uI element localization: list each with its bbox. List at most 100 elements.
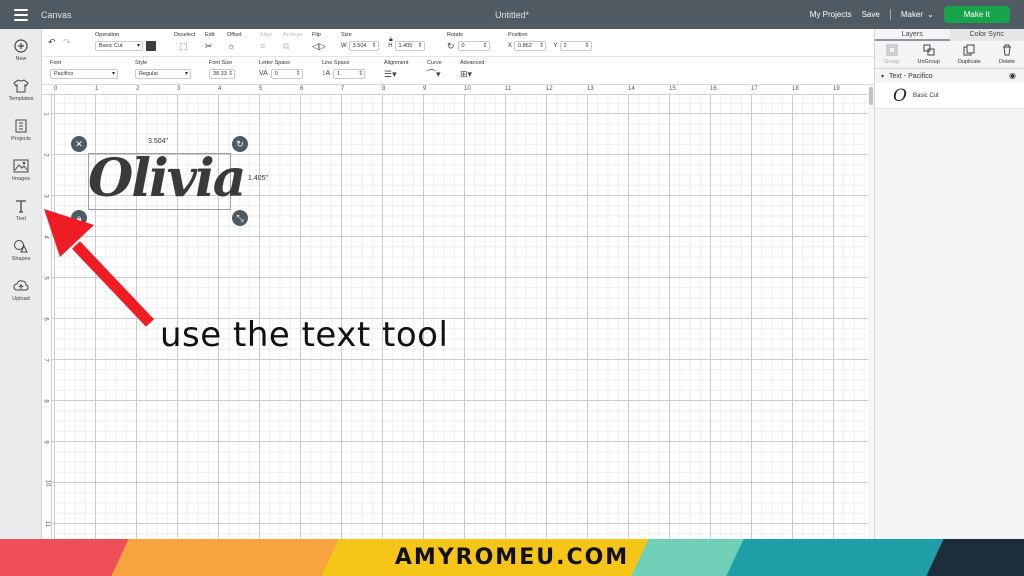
align-label: Align <box>260 32 273 38</box>
delete-handle-icon[interactable]: ✕ <box>71 136 87 152</box>
sidebar-item-label: Templates <box>8 96 34 102</box>
sidebar-item-projects[interactable]: Projects <box>0 119 42 142</box>
sidebar-item-new[interactable]: New <box>0 39 42 62</box>
caret-down-icon[interactable]: ▾ <box>881 73 884 80</box>
ungroup-button[interactable]: UnGroup <box>917 44 940 68</box>
layer-group-header[interactable]: ▾ Text - Pacifico ◉ <box>875 69 1024 83</box>
duplicate-button[interactable]: Duplicate <box>958 44 981 68</box>
deselect-icon[interactable]: ⬚ <box>179 41 188 51</box>
y-input[interactable]: 2 <box>559 41 592 51</box>
font-size-group: Font Size 38.33 <box>209 60 235 79</box>
scrollbar-thumb[interactable] <box>869 87 873 105</box>
ruler-tick-label: 3 <box>177 86 181 92</box>
redo-icon[interactable]: ↷ <box>63 37 71 47</box>
advanced-group: Advanced ⊞▾ <box>460 60 484 79</box>
sidebar-item-label: New <box>15 56 27 62</box>
projects-icon <box>15 119 27 133</box>
font-select[interactable]: Pacifico <box>50 69 118 79</box>
ruler-tick-label: 7 <box>42 358 49 362</box>
ruler-tick-label: 7 <box>341 86 345 92</box>
align-text-icon[interactable]: ☰▾ <box>384 69 397 79</box>
curve-label: Curve <box>427 60 442 66</box>
make-it-button[interactable]: Make It <box>943 6 1010 23</box>
layer-item[interactable]: O Basic Cut <box>875 83 1024 109</box>
advanced-label: Advanced <box>460 60 485 66</box>
ruler-tick-label: 2 <box>136 86 140 92</box>
horizontal-ruler: 0 1 2 3 4 5 6 7 8 9 10 11 12 13 14 15 16 17 18 19 <box>42 85 868 95</box>
deselect-label: Deselect <box>174 32 196 38</box>
letter-space-label: Letter Space <box>259 60 291 66</box>
line-space-icon: ↕A <box>322 70 331 77</box>
size-label: Size <box>341 32 352 38</box>
ruler-tick-label: 18 <box>792 86 799 92</box>
edit-group: Edit ✂ <box>205 32 214 51</box>
shirt-icon <box>13 79 29 93</box>
color-swatch[interactable] <box>146 41 156 51</box>
lock-icon[interactable]: 🔒︎ <box>389 36 393 44</box>
x-input[interactable]: 0.862 <box>514 41 547 51</box>
position-label: Position <box>508 32 528 38</box>
eye-icon[interactable]: ◉ <box>1009 71 1016 80</box>
sidebar-item-label: Images <box>11 176 31 182</box>
letter-space-icon: VA <box>259 70 268 77</box>
plus-circle-icon <box>14 39 28 53</box>
arrange-icon[interactable]: ⧉ <box>283 41 289 51</box>
x-letter: X <box>508 43 513 49</box>
sidebar-item-label: Projects <box>11 136 31 142</box>
sidebar-item-images[interactable]: Images <box>0 159 42 182</box>
sidebar-item-label: Upload <box>12 296 30 302</box>
width-letter: W <box>341 43 347 49</box>
app-title: Canvas <box>41 9 72 20</box>
duplicate-label: Duplicate <box>957 59 981 65</box>
group-icon <box>886 44 898 56</box>
ruler-tick-label: 1 <box>95 86 99 92</box>
sidebar-item-templates[interactable]: Templates <box>0 79 42 102</box>
letter-space-input[interactable]: 0 <box>270 69 303 79</box>
align-icon[interactable]: ≡ <box>260 41 265 51</box>
machine-select[interactable]: Maker ⌄ <box>901 10 934 19</box>
offset-icon[interactable]: ☼ <box>227 41 235 51</box>
rotate-group: Rotate ↻ 0 <box>447 32 490 51</box>
y-letter: Y <box>553 43 558 49</box>
offset-label: Offset <box>227 32 242 38</box>
ruler-tick-label: 11 <box>505 86 512 92</box>
line-space-label: Line Space <box>322 60 350 66</box>
width-dimension-label: 3.504" <box>148 138 169 145</box>
group-button[interactable]: Group <box>884 44 899 68</box>
hamburger-menu-icon[interactable] <box>14 8 28 21</box>
ungroup-label: UnGroup <box>917 59 940 65</box>
save-button[interactable]: Save <box>862 10 880 19</box>
alignment-label: Alignment <box>384 60 409 66</box>
right-panel: Layers Color Sync Group UnGroup Duplicat… <box>874 29 1024 539</box>
style-select[interactable]: Regular <box>135 69 191 79</box>
undo-icon[interactable]: ↶ <box>48 37 56 47</box>
line-space-input[interactable]: 1 <box>333 69 366 79</box>
advanced-icon[interactable]: ⊞▾ <box>460 69 472 79</box>
offset-group: Offset ☼ <box>227 32 242 51</box>
annotation-caption: use the text tool <box>160 315 449 355</box>
rotate-input[interactable]: 0 <box>457 41 490 51</box>
ruler-tick-label: 14 <box>628 86 635 92</box>
tab-layers[interactable]: Layers <box>875 29 950 41</box>
ruler-tick-label: 19 <box>833 86 840 92</box>
width-input[interactable]: 3.504 <box>348 41 379 51</box>
edit-toolbar: ↶ ↷ Operation Basic Cut Deselect ⬚ Edit … <box>42 29 874 57</box>
ruler-tick-label: 2 <box>42 153 49 157</box>
height-input[interactable]: 1.405 <box>394 41 425 51</box>
sidebar-item-label: Shapes <box>11 256 31 262</box>
resize-handle-icon[interactable]: ⤡ <box>232 210 248 226</box>
curve-icon[interactable]: ⌒▾ <box>427 69 441 79</box>
operation-select[interactable]: Basic Cut <box>95 41 143 51</box>
font-group: Font Pacifico <box>50 60 118 79</box>
font-size-input[interactable]: 38.33 <box>209 69 235 79</box>
delete-button[interactable]: Delete <box>999 44 1015 68</box>
flip-icon[interactable]: ◁▷ <box>312 41 326 51</box>
edit-label: Edit <box>205 32 215 38</box>
my-projects-link[interactable]: My Projects <box>810 10 852 19</box>
rotate-icon: ↻ <box>447 41 455 51</box>
tab-color-sync[interactable]: Color Sync <box>949 29 1024 41</box>
undo-redo-group: ↶ ↷ <box>48 37 71 47</box>
position-group: Position X0.862 Y2 <box>508 32 592 51</box>
rotate-handle-icon[interactable]: ↻ <box>232 136 248 152</box>
scissors-icon[interactable]: ✂ <box>205 41 213 51</box>
